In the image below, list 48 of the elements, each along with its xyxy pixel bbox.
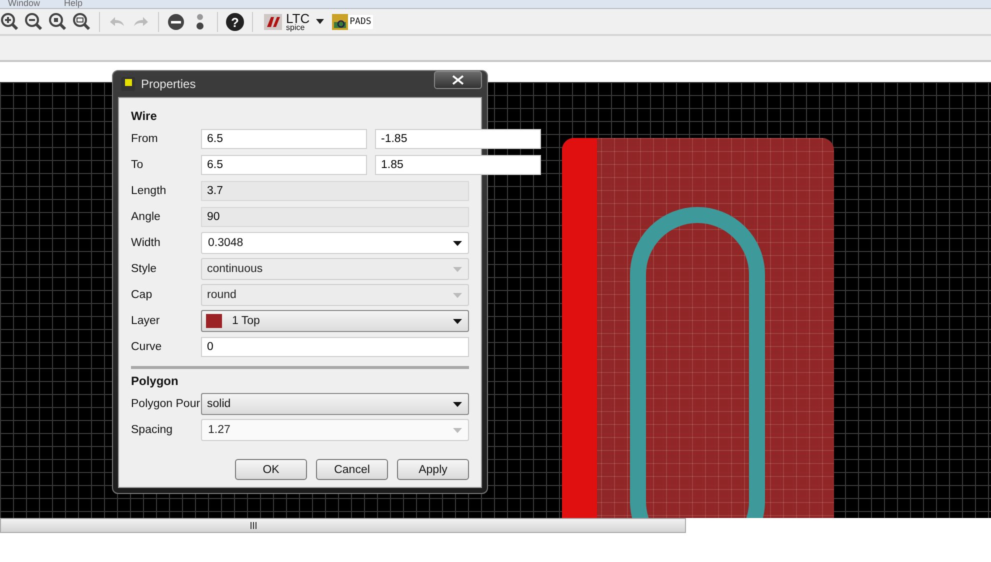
field-label: To [131, 159, 144, 171]
field-label: Length [131, 185, 168, 197]
field-label: From [131, 133, 159, 145]
dialog-button[interactable]: OK [235, 459, 307, 480]
field-label: Layer [131, 315, 161, 327]
input-field[interactable]: 6.5 [201, 155, 367, 175]
zoom-fit-icon[interactable] [48, 12, 68, 32]
dropdown-arrow-icon [453, 318, 462, 324]
field-label: Curve [131, 341, 163, 353]
field-label: Style [131, 263, 158, 275]
section-heading: Polygon [131, 373, 180, 390]
dialog-button[interactable]: Cancel [316, 459, 388, 480]
caret-icon[interactable] [316, 19, 324, 24]
layer-dropdown[interactable]: 1 Top [201, 310, 469, 332]
input-field[interactable]: 6.5 [201, 129, 367, 149]
grip-icon [250, 522, 256, 529]
input-field[interactable]: -1.85 [375, 129, 541, 149]
field-label: Polygon Pour [131, 398, 201, 410]
zoom-select-icon[interactable] [72, 12, 92, 32]
dialog-button[interactable]: Apply [397, 459, 469, 480]
window-title: Properties [141, 77, 197, 91]
minus-circle-icon[interactable] [166, 12, 186, 32]
close-button[interactable] [434, 71, 482, 89]
zoom-out-icon[interactable] [24, 12, 44, 32]
zoom-in-icon[interactable] [0, 12, 20, 32]
dropdown-arrow-icon [453, 292, 462, 298]
input-field[interactable]: 0 [201, 337, 469, 357]
readonly-field[interactable]: 3.7 [201, 181, 469, 201]
readonly-field[interactable]: 90 [201, 207, 469, 227]
dropdown-arrow-icon [453, 266, 462, 272]
input-field[interactable]: 1.85 [375, 155, 541, 175]
ltspice-button[interactable]: LTC spice [286, 12, 310, 32]
dropdown[interactable]: 0.3048 [201, 232, 469, 254]
help-icon[interactable]: ? [225, 12, 245, 32]
logo-icon [264, 14, 282, 30]
close-icon [452, 75, 464, 85]
dropdown-arrow-icon [453, 428, 462, 432]
app-icon [121, 77, 135, 91]
field-label: Angle [131, 211, 162, 223]
field-label: Width [131, 237, 162, 249]
board-icon [332, 14, 348, 30]
dropdown-arrow-icon [453, 402, 462, 406]
field-label: Cap [131, 289, 154, 301]
pads-button[interactable]: PADS [348, 14, 374, 28]
dropdown[interactable]: solid [201, 393, 469, 415]
dropdown-arrow-icon [453, 240, 462, 246]
field-label: Spacing [131, 424, 174, 436]
section-heading: Wire [131, 108, 158, 125]
